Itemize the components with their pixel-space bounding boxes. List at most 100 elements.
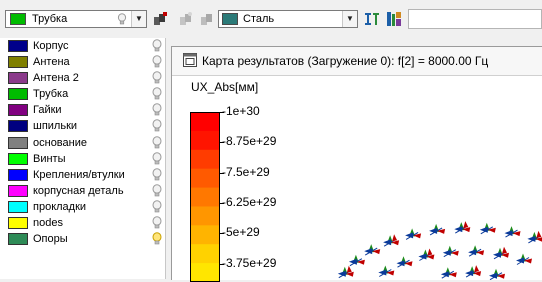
model-viewport[interactable] — [317, 147, 542, 280]
layer-name: nodes — [33, 217, 63, 230]
layer-row[interactable]: nodes — [0, 215, 165, 231]
layer-color-swatch — [8, 184, 28, 197]
layer-name: Антена — [33, 56, 70, 69]
color-scale-band — [190, 168, 220, 189]
lightbulb-icon[interactable] — [151, 216, 163, 230]
support-symbol — [378, 265, 395, 277]
lightbulb-icon[interactable] — [151, 71, 163, 85]
layer-color-swatch — [8, 233, 28, 246]
results-window: Карта результатов (Загружение 0): f[2] =… — [171, 46, 542, 282]
support-symbol — [465, 265, 482, 278]
lightbulb-icon[interactable] — [151, 103, 163, 117]
support-symbol — [468, 245, 485, 257]
layer-name: Винты — [33, 152, 66, 165]
layer-color-swatch — [8, 200, 28, 213]
color-scale-band — [190, 187, 220, 207]
layer-move-icon[interactable] — [199, 11, 215, 27]
layer-copy-icon[interactable] — [178, 11, 194, 27]
layer-color-swatch — [10, 13, 26, 25]
layer-row[interactable]: Антена — [0, 54, 165, 70]
toolbar: Трубка ▼ Сталь ▼ — [0, 0, 542, 38]
layer-row[interactable]: Винты — [0, 151, 165, 167]
support-symbol — [364, 244, 381, 256]
results-window-title: Карта результатов (Загружение 0): f[2] =… — [202, 54, 489, 68]
color-scale-bar — [190, 112, 220, 282]
lightbulb-icon[interactable] — [151, 168, 163, 182]
support-symbol — [442, 245, 459, 258]
color-scale-band — [190, 149, 220, 170]
layer-row[interactable]: Трубка — [0, 86, 165, 102]
layer-color-swatch — [8, 72, 28, 85]
color-scale-tick-label: -7.5e+29 — [222, 164, 270, 179]
section-library-icon[interactable] — [386, 11, 402, 27]
material-combo-dropdown-icon[interactable]: ▼ — [342, 11, 357, 27]
support-symbol — [516, 253, 532, 265]
results-title-bar: Карта результатов (Загружение 0): f[2] =… — [172, 47, 542, 76]
support-symbol — [454, 221, 471, 234]
color-scale-band — [190, 263, 220, 282]
color-scale-band — [190, 206, 220, 226]
support-symbol — [396, 256, 413, 268]
window-icon — [183, 53, 197, 67]
lightbulb-icon[interactable] — [151, 151, 163, 166]
layer-name: Крепления/втулки — [33, 168, 125, 181]
layer-row[interactable]: прокладки — [0, 199, 165, 215]
support-symbol — [489, 268, 505, 280]
material-color-swatch — [222, 13, 238, 25]
lightbulb-icon[interactable] — [151, 200, 163, 214]
layer-color-swatch — [8, 120, 28, 133]
layer-combo[interactable]: Трубка ▼ — [5, 10, 147, 28]
layer-name: Трубка — [33, 88, 69, 101]
support-symbol — [440, 267, 457, 279]
lightbulb-icon[interactable] — [151, 232, 163, 246]
color-scale-band — [190, 112, 220, 132]
section-properties-icon[interactable] — [364, 11, 380, 27]
layer-name: Гайки — [33, 104, 62, 117]
support-symbol — [348, 254, 365, 267]
layer-row[interactable]: основание — [0, 135, 165, 151]
lightbulb-icon[interactable] — [151, 87, 163, 101]
support-symbol — [383, 234, 400, 247]
color-scale-tick-label: -3.75e+29 — [222, 255, 277, 270]
layer-row[interactable]: корпусная деталь — [0, 183, 165, 199]
layer-name: Корпус — [33, 40, 69, 52]
layer-row[interactable]: Опоры — [0, 231, 165, 247]
layer-color-swatch — [8, 56, 28, 69]
color-scale-title: UX_Abs[мм] — [191, 80, 259, 94]
color-scale-band — [190, 244, 220, 264]
layer-row[interactable]: Корпус — [0, 38, 165, 54]
layer-combo-value: Трубка — [32, 13, 68, 25]
toolbar-field[interactable] — [408, 9, 542, 29]
color-scale-tick-label: -1e+30 — [222, 104, 260, 118]
layer-row[interactable]: Гайки — [0, 102, 165, 118]
layer-list: Корпус Антена Антена 2 Трубка Гайки шпильки ос… — [0, 38, 166, 279]
lightbulb-icon[interactable] — [151, 39, 163, 53]
support-symbol — [479, 222, 496, 235]
lightbulb-icon[interactable] — [117, 13, 127, 26]
layer-row[interactable]: шпильки — [0, 118, 165, 134]
support-symbol — [527, 230, 542, 244]
lightbulb-icon[interactable] — [151, 135, 163, 150]
layer-name: Опоры — [33, 233, 68, 246]
layer-name: Антена 2 — [33, 72, 79, 85]
lightbulb-icon[interactable] — [151, 55, 163, 69]
material-combo[interactable]: Сталь ▼ — [218, 10, 358, 28]
layer-name: основание — [33, 136, 87, 149]
layer-name: прокладки — [33, 200, 87, 213]
layer-row[interactable]: Крепления/втулки — [0, 167, 165, 183]
lightbulb-icon[interactable] — [151, 184, 163, 198]
layer-combo-dropdown-icon[interactable]: ▼ — [131, 11, 146, 27]
layer-color-swatch — [8, 104, 28, 117]
support-symbol — [504, 226, 521, 238]
support-symbol — [429, 223, 446, 236]
layer-row[interactable]: Антена 2 — [0, 70, 165, 86]
layer-color-swatch — [8, 168, 28, 181]
support-symbol — [337, 265, 354, 279]
lightbulb-icon[interactable] — [151, 119, 163, 133]
support-symbol — [493, 246, 509, 260]
layer-properties-icon[interactable] — [153, 11, 169, 27]
layer-color-swatch — [8, 88, 28, 101]
color-scale-band — [190, 130, 220, 151]
layer-color-swatch — [8, 40, 28, 52]
color-scale-tick-label: -6.25e+29 — [222, 194, 277, 209]
